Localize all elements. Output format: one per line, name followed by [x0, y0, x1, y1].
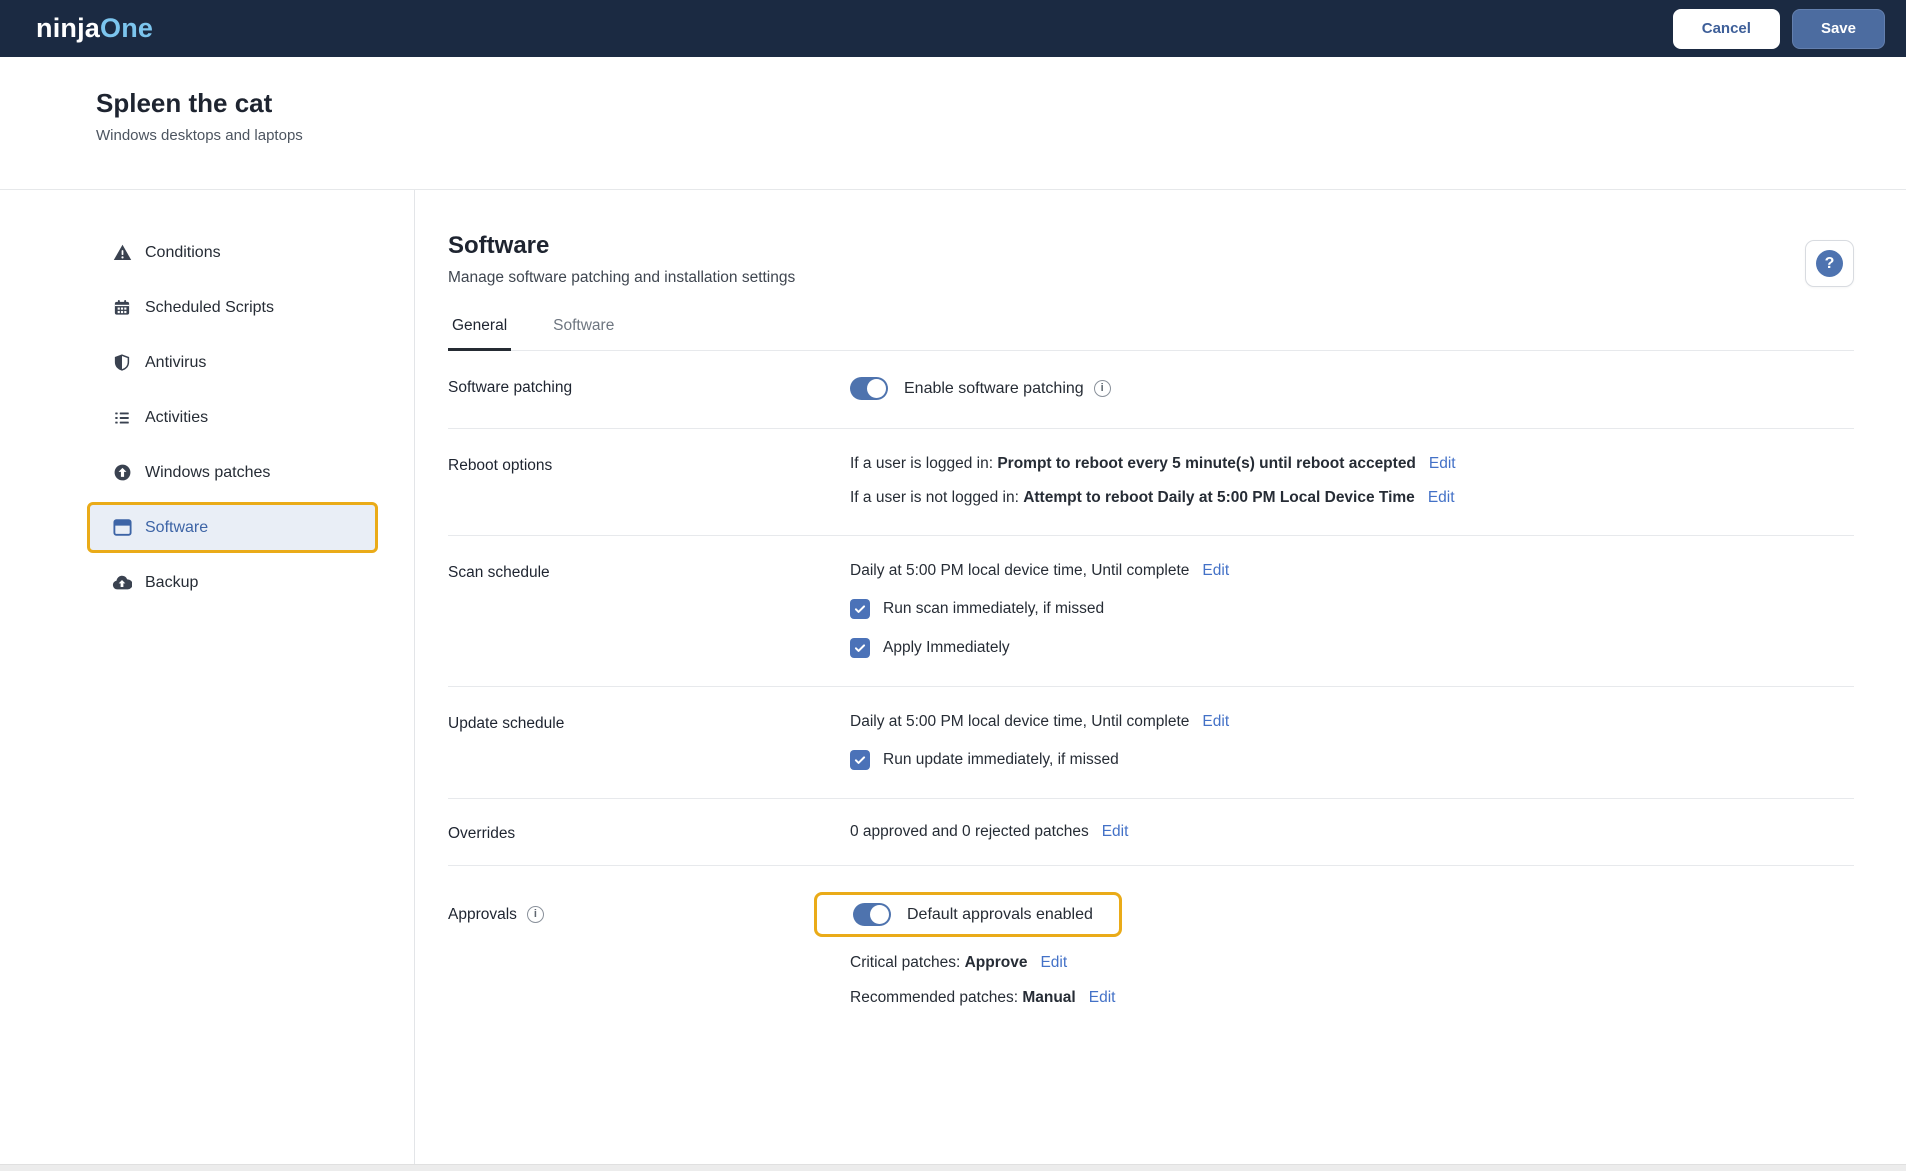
cloud-upload-icon — [112, 574, 132, 591]
row-software-patching: Software patching Enable software patchi… — [448, 351, 1854, 429]
edit-scan-schedule-link[interactable]: Edit — [1202, 562, 1229, 580]
sidebar-item-software[interactable]: Software — [87, 502, 378, 553]
edit-recommended-patches-link[interactable]: Edit — [1089, 989, 1116, 1007]
tab-software[interactable]: Software — [549, 317, 618, 351]
overrides-value: 0 approved and 0 rejected patches — [850, 823, 1089, 840]
sidebar-item-label: Software — [145, 518, 209, 536]
sidebar-item-label: Antivirus — [145, 353, 207, 371]
edit-update-schedule-link[interactable]: Edit — [1202, 713, 1229, 731]
content-area: Conditions Scheduled Scripts Antivirus A… — [0, 190, 1906, 1164]
sidebar-item-conditions[interactable]: Conditions — [87, 227, 378, 278]
critical-patches-value: Approve — [964, 954, 1028, 971]
ninjaone-logo[interactable]: ninjaOne — [36, 15, 153, 42]
apply-immediately-checkbox[interactable] — [850, 638, 870, 658]
reboot-logged-in-prefix: If a user is logged in: — [850, 455, 998, 472]
reboot-not-logged-in-value: Attempt to reboot Daily at 5:00 PM Local… — [1023, 489, 1415, 506]
overrides-label: Overrides — [448, 825, 516, 842]
row-scan-schedule: Scan schedule Daily at 5:00 PM local dev… — [448, 536, 1854, 687]
section-subtitle: Manage software patching and installatio… — [448, 269, 796, 286]
sidebar: Conditions Scheduled Scripts Antivirus A… — [0, 190, 415, 1164]
sidebar-item-label: Activities — [145, 408, 209, 426]
info-icon[interactable]: i — [526, 906, 544, 923]
checkbox-row-apply-immediately: Apply Immediately — [850, 638, 1854, 658]
reboot-logged-in-line: If a user is logged in: Prompt to reboot… — [850, 455, 1854, 473]
critical-patches-prefix: Critical patches: — [850, 954, 965, 971]
row-update-schedule: Update schedule Daily at 5:00 PM local d… — [448, 687, 1854, 799]
scan-schedule-label: Scan schedule — [448, 564, 550, 581]
recommended-patches-prefix: Recommended patches: — [850, 989, 1023, 1006]
scan-schedule-value: Daily at 5:00 PM local device time, Unti… — [850, 562, 1190, 579]
toggle-knob — [870, 905, 889, 924]
default-approvals-toggle[interactable] — [853, 903, 891, 926]
approvals-label: Approvals — [448, 906, 517, 923]
sidebar-item-antivirus[interactable]: Antivirus — [87, 337, 378, 388]
edit-reboot-logged-in-link[interactable]: Edit — [1429, 455, 1456, 473]
approvals-toggle-highlight-box: Default approvals enabled — [814, 892, 1122, 937]
sidebar-item-label: Conditions — [145, 243, 221, 261]
sidebar-item-label: Backup — [145, 573, 199, 591]
navbar-actions: Cancel Save — [1672, 8, 1885, 49]
logo-text-one: One — [100, 13, 154, 43]
run-update-checkbox[interactable] — [850, 750, 870, 770]
list-icon — [112, 409, 132, 427]
row-approvals: Approvals i Default approvals enabled Cr… — [448, 866, 1854, 1035]
bottom-edge-strip — [0, 1164, 1906, 1171]
sidebar-item-backup[interactable]: Backup — [87, 557, 378, 608]
sidebar-item-label: Windows patches — [145, 463, 271, 481]
run-scan-checkbox-label: Run scan immediately, if missed — [883, 600, 1105, 617]
main-panel: ? Software Manage software patching and … — [415, 190, 1906, 1164]
run-scan-checkbox[interactable] — [850, 599, 870, 619]
top-navbar: ninjaOne Cancel Save — [0, 0, 1906, 57]
device-subtitle: Windows desktops and laptops — [96, 126, 303, 144]
sidebar-item-windows-patches[interactable]: Windows patches — [87, 447, 378, 498]
reboot-logged-in-value: Prompt to reboot every 5 minute(s) until… — [997, 455, 1416, 472]
question-mark-icon: ? — [1816, 250, 1843, 277]
page-header: Spleen the cat Windows desktops and lapt… — [0, 57, 1906, 190]
toggle-knob — [867, 379, 886, 398]
reboot-not-logged-in-prefix: If a user is not logged in: — [850, 489, 1024, 506]
sidebar-item-scheduled-scripts[interactable]: Scheduled Scripts — [87, 282, 378, 333]
tab-general[interactable]: General — [448, 317, 512, 351]
default-approvals-toggle-label: Default approvals enabled — [907, 905, 1093, 923]
arrow-up-circle-icon — [112, 463, 132, 482]
sidebar-item-label: Scheduled Scripts — [145, 298, 274, 316]
row-overrides: Overrides 0 approved and 0 rejected patc… — [448, 799, 1854, 866]
device-title: Spleen the cat — [96, 88, 273, 118]
recommended-patches-line: Recommended patches: Manual Edit — [850, 989, 1854, 1007]
reboot-not-logged-in-line: If a user is not logged in: Attempt to r… — [850, 489, 1854, 507]
logo-text-ninja: ninja — [36, 13, 101, 43]
reboot-options-label: Reboot options — [448, 457, 553, 474]
save-button[interactable]: Save — [1791, 8, 1885, 49]
section-title: Software — [448, 232, 550, 259]
cancel-button[interactable]: Cancel — [1672, 8, 1780, 49]
checkbox-row-run-update: Run update immediately, if missed — [850, 750, 1854, 770]
window-icon — [112, 519, 132, 536]
row-reboot-options: Reboot options If a user is logged in: P… — [448, 429, 1854, 536]
run-update-checkbox-label: Run update immediately, if missed — [883, 751, 1119, 768]
software-patching-toggle[interactable] — [850, 377, 888, 400]
sidebar-item-activities[interactable]: Activities — [87, 392, 378, 443]
checkbox-row-run-scan: Run scan immediately, if missed — [850, 599, 1854, 619]
edit-critical-patches-link[interactable]: Edit — [1040, 954, 1067, 972]
info-icon[interactable]: i — [1093, 380, 1111, 397]
apply-immediately-checkbox-label: Apply Immediately — [883, 639, 1010, 656]
calendar-icon — [112, 298, 132, 317]
update-schedule-label: Update schedule — [448, 715, 565, 732]
software-patching-label: Software patching — [448, 379, 573, 396]
recommended-patches-value: Manual — [1022, 989, 1076, 1006]
shield-icon — [112, 353, 132, 372]
warning-triangle-icon — [112, 243, 132, 262]
help-button[interactable]: ? — [1805, 240, 1854, 287]
critical-patches-line: Critical patches: Approve Edit — [850, 954, 1854, 972]
edit-reboot-not-logged-in-link[interactable]: Edit — [1428, 489, 1455, 507]
update-schedule-value: Daily at 5:00 PM local device time, Unti… — [850, 713, 1190, 730]
tab-bar: General Software — [448, 317, 1854, 351]
software-patching-toggle-label: Enable software patching — [904, 379, 1084, 397]
edit-overrides-link[interactable]: Edit — [1102, 823, 1129, 841]
